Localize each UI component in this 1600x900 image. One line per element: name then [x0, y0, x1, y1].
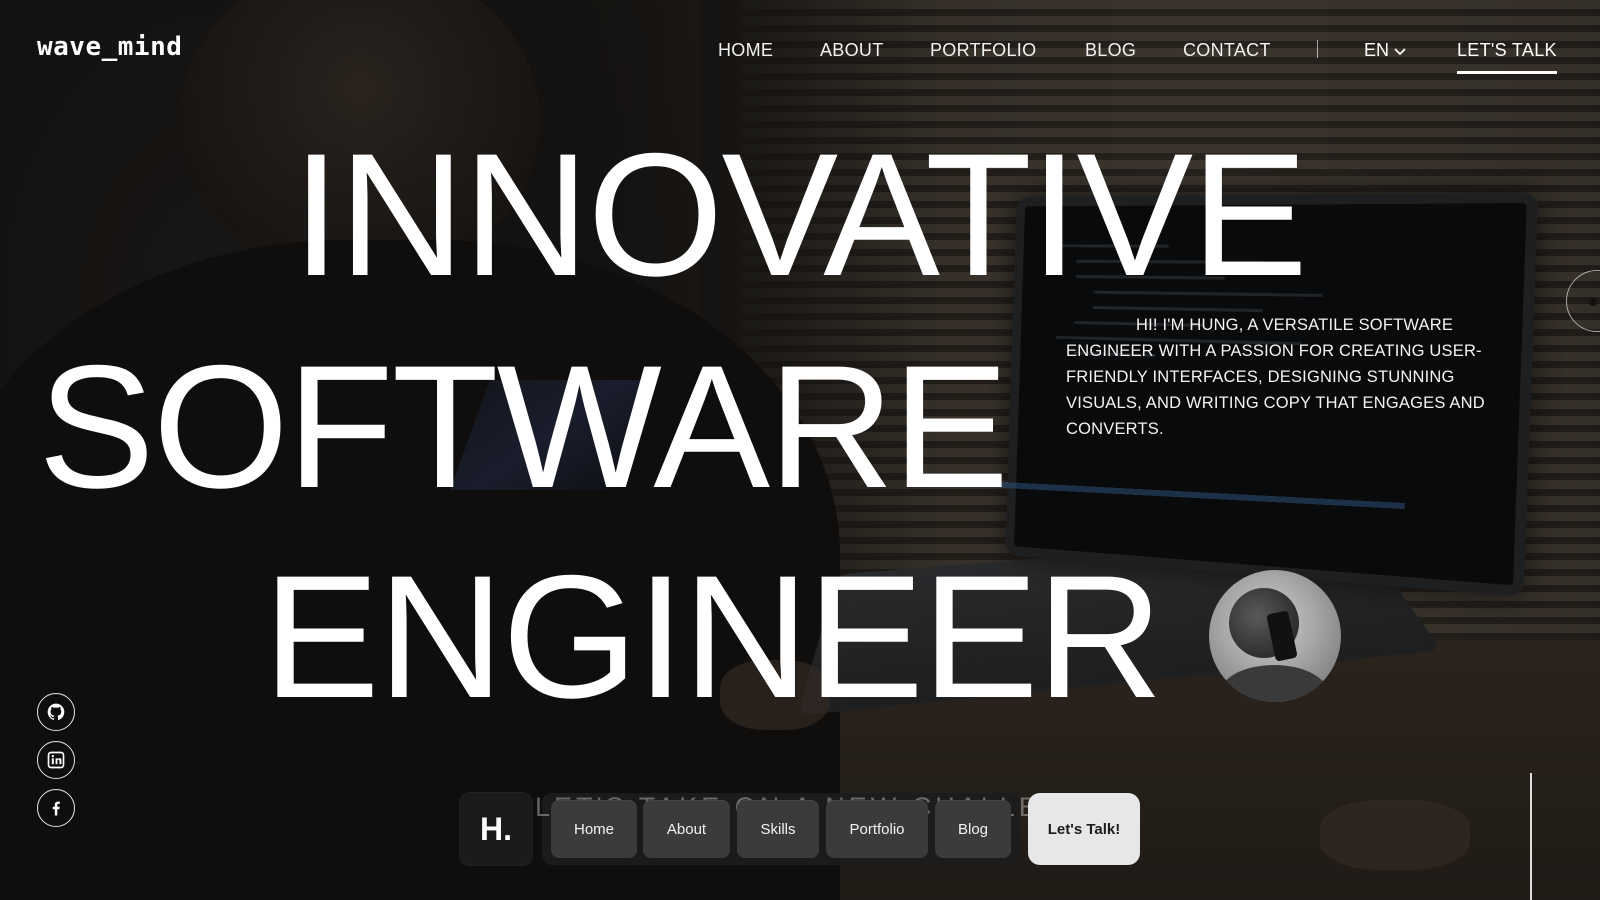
- intro-text: HI! I'M HUNG, A VERSATILE SOFTWARE ENGIN…: [1066, 316, 1485, 438]
- linkedin-icon: [47, 751, 65, 769]
- nav-contact[interactable]: CONTACT: [1183, 40, 1271, 61]
- github-link[interactable]: [37, 693, 75, 731]
- dock-blog-button[interactable]: Blog: [935, 800, 1011, 858]
- headline-line-3: ENGINEER: [263, 540, 1163, 735]
- headline-line-1: INNOVATIVE: [292, 118, 1308, 313]
- headline-line-2: SOFTWARE: [38, 330, 1009, 525]
- dock-portfolio-button[interactable]: Portfolio: [826, 800, 928, 858]
- lets-talk-link[interactable]: LET'S TALK: [1457, 40, 1557, 74]
- nav-about[interactable]: ABOUT: [820, 40, 884, 61]
- nav-portfolio[interactable]: PORTFOLIO: [930, 40, 1036, 61]
- main-nav: HOME ABOUT PORTFOLIO BLOG CONTACT: [0, 40, 1600, 70]
- dock-logo-button[interactable]: H.: [460, 793, 532, 865]
- scroll-indicator-line: [1530, 773, 1532, 900]
- nav-divider: [1317, 40, 1318, 58]
- github-icon: [47, 703, 65, 721]
- linkedin-link[interactable]: [37, 741, 75, 779]
- dock-about-button[interactable]: About: [643, 800, 730, 858]
- facebook-icon: [52, 801, 60, 816]
- chevron-down-icon: [1394, 47, 1406, 55]
- profile-avatar: [1209, 570, 1341, 702]
- language-label: EN: [1364, 40, 1390, 60]
- language-selector[interactable]: EN: [1364, 40, 1407, 61]
- nav-blog[interactable]: BLOG: [1085, 40, 1136, 61]
- nav-home[interactable]: HOME: [718, 40, 773, 61]
- facebook-link[interactable]: [37, 789, 75, 827]
- dock-lets-talk-button[interactable]: Let's Talk!: [1028, 793, 1140, 865]
- dock-skills-button[interactable]: Skills: [737, 800, 819, 858]
- dock-home-button[interactable]: Home: [551, 800, 637, 858]
- hero-section: wave_mind HOME ABOUT PORTFOLIO BLOG CONT…: [0, 0, 1600, 900]
